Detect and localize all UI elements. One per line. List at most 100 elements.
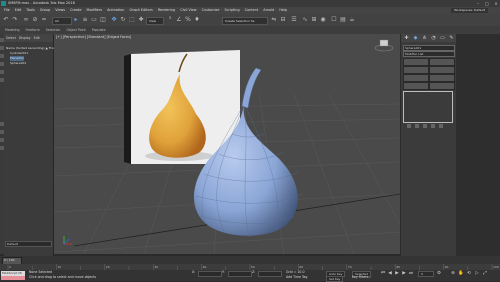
view-dropdown[interactable]: View [146, 17, 164, 25]
curve-editor-icon[interactable]: ∿ [301, 16, 309, 24]
modifier-preset-button[interactable] [403, 58, 429, 66]
menu-tools[interactable]: Tools [26, 7, 34, 14]
key-filters-button[interactable]: Key Filters... [352, 275, 371, 280]
menu-views[interactable]: Views [55, 7, 65, 14]
menu-group[interactable]: Group [40, 7, 50, 14]
close-button[interactable]: × [492, 0, 500, 7]
z-coordinate-field[interactable] [258, 271, 282, 277]
menu-civil-view[interactable]: Civil View [180, 7, 196, 14]
remove-modifier-icon[interactable] [431, 124, 435, 128]
menu-file[interactable]: File [4, 7, 10, 14]
menu-animation[interactable]: Animation [107, 7, 124, 14]
undo-icon[interactable]: ↶ [2, 16, 10, 24]
ribbon-tab-populate[interactable]: Populate [92, 26, 106, 34]
select-icon[interactable]: ▸ [72, 16, 80, 24]
menu-graph-editors[interactable]: Graph Editors [129, 7, 152, 14]
workspace-dropdown[interactable]: Workspaces: Default [451, 8, 488, 13]
move-icon[interactable]: ✥ [110, 16, 118, 24]
pivot-icon[interactable]: ✚ [137, 16, 145, 24]
snap-icon[interactable]: ³ [166, 16, 174, 24]
unlink-icon[interactable]: ⊘ [31, 16, 39, 24]
create-icon[interactable]: ✚ [403, 35, 410, 41]
zoom-icon[interactable]: ⊕ [450, 271, 456, 276]
utilities-icon[interactable]: ✎ [448, 35, 455, 41]
layer-icon[interactable]: ☰ [290, 16, 298, 24]
modifier-preset-button[interactable] [429, 74, 455, 82]
ribbon-tab-selection[interactable]: Selection [46, 26, 61, 34]
percent-snap-icon[interactable]: % [184, 16, 192, 24]
current-frame-field[interactable]: 0 [418, 271, 434, 277]
time-config-icon[interactable]: ⚙ [436, 271, 442, 276]
menu-arnold[interactable]: Arnold [263, 7, 274, 14]
modifier-stack[interactable] [403, 91, 453, 123]
render-setup-icon[interactable]: ☐ [330, 16, 338, 24]
next-frame-icon[interactable]: ▶ [401, 271, 407, 276]
modifier-preset-button[interactable] [429, 82, 455, 90]
link-icon[interactable]: ∞ [22, 16, 30, 24]
make-unique-icon[interactable] [423, 124, 427, 128]
menu-scripting[interactable]: Scripting [225, 7, 240, 14]
go-to-start-icon[interactable]: ⏮ [380, 271, 386, 276]
render-frame-icon[interactable]: ▤ [339, 16, 347, 24]
modifier-preset-button[interactable] [429, 66, 455, 74]
orbit-icon[interactable]: ⟲ [466, 271, 472, 276]
rect-select-icon[interactable]: ▭ [90, 16, 98, 24]
y-coordinate-field[interactable] [228, 271, 252, 277]
play-icon[interactable]: ▶ [394, 271, 400, 276]
pin-stack-icon[interactable] [407, 124, 411, 128]
modifier-preset-button[interactable] [403, 82, 429, 90]
ribbon-tab-object-paint[interactable]: Object Paint [66, 26, 85, 34]
window-crossing-icon[interactable]: ◫ [99, 16, 107, 24]
time-slider[interactable]: 0 / 100 [0, 256, 500, 265]
layer-dropdown[interactable]: Default [5, 241, 52, 247]
scale-icon[interactable]: ⬚ [128, 16, 136, 24]
menu-modifiers[interactable]: Modifiers [87, 7, 102, 14]
material-icon[interactable]: ◉ [319, 16, 327, 24]
previous-frame-icon[interactable]: ◀ [387, 271, 393, 276]
menu-help[interactable]: Help [279, 7, 287, 14]
menu-rendering[interactable]: Rendering [158, 7, 175, 14]
menu-edit[interactable]: Edit [15, 7, 22, 14]
maximize-button[interactable]: □ [483, 0, 491, 7]
add-time-tag-button[interactable]: Add Time Tag [286, 275, 307, 280]
motion-icon[interactable]: ◔ [430, 35, 437, 41]
modify-icon[interactable]: ◆ [412, 35, 419, 41]
ribbon-tab-freeform[interactable]: Freeform [26, 26, 40, 34]
explorer-row-sphere001[interactable]: Sphere001 [10, 61, 26, 66]
explorer-tab-display[interactable]: Display [19, 36, 31, 40]
align-icon[interactable]: ⊟ [279, 16, 287, 24]
spinner-snap-icon[interactable]: ♦ [193, 16, 201, 24]
modifier-list-dropdown[interactable]: Modifier List [403, 51, 455, 57]
modifier-preset-button[interactable] [403, 74, 429, 82]
mirror-icon[interactable]: ⇋ [270, 16, 278, 24]
display-icon[interactable]: ▭ [439, 35, 446, 41]
configure-sets-icon[interactable] [439, 124, 443, 128]
bind-icon[interactable]: ≈ [40, 16, 48, 24]
hierarchy-icon[interactable]: ⋔ [421, 35, 428, 41]
selection-filter-dropdown[interactable]: All [52, 17, 72, 25]
x-coordinate-field[interactable] [198, 271, 222, 277]
explorer-tab-edit[interactable]: Edit [34, 36, 40, 40]
minimize-button[interactable]: – [474, 0, 482, 7]
schematic-icon[interactable]: ⊞ [310, 16, 318, 24]
pan-icon[interactable]: ✋ [458, 271, 464, 276]
menu-customize[interactable]: Customize [202, 7, 220, 14]
field-of-view-icon[interactable]: ▷ [474, 271, 480, 276]
set-key-button[interactable]: Set Key [326, 276, 344, 282]
perspective-viewport[interactable]: [+] [Perspective] [Standard] [Edged Face… [54, 34, 400, 254]
rotate-icon[interactable]: ↻ [119, 16, 127, 24]
angle-snap-icon[interactable]: ∠ [175, 16, 183, 24]
modifier-preset-button[interactable] [403, 66, 429, 74]
explorer-tab-select[interactable]: Select [6, 36, 16, 40]
go-to-end-icon[interactable]: ⏭ [408, 271, 414, 276]
modifier-preset-button[interactable] [429, 58, 455, 66]
menu-create[interactable]: Create [70, 7, 81, 14]
ribbon-tab-modeling[interactable]: Modeling [5, 26, 20, 34]
maximize-viewport-icon[interactable]: ⤢ [482, 271, 488, 276]
menu-content[interactable]: Content [245, 7, 259, 14]
render-icon[interactable]: ☕ [348, 16, 356, 24]
select-by-name-icon[interactable]: ≡ [81, 16, 89, 24]
redo-icon[interactable]: ↷ [11, 16, 19, 24]
selection-set-dropdown[interactable]: Create Selection Se [222, 17, 268, 25]
show-end-result-icon[interactable] [415, 124, 419, 128]
